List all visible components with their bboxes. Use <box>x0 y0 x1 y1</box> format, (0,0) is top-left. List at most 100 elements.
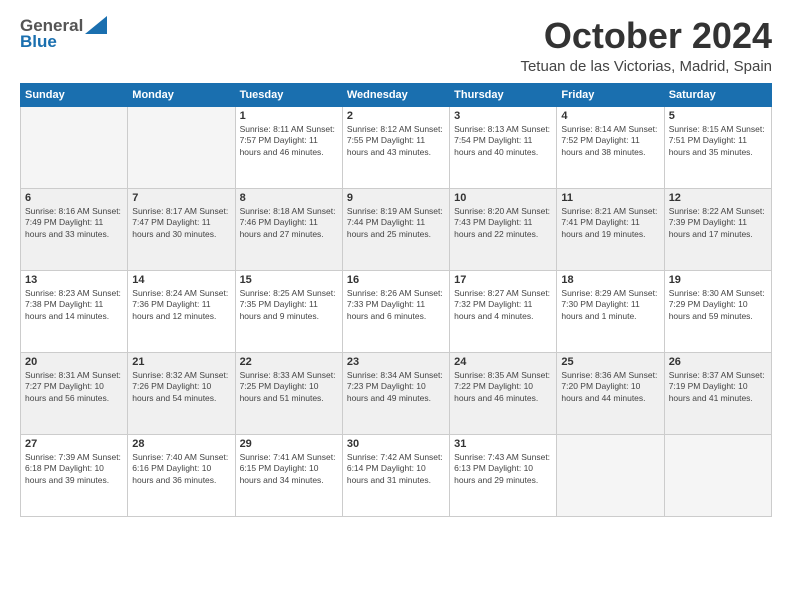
month-title: October 2024 <box>520 16 772 56</box>
day-number: 29 <box>240 438 338 450</box>
day-detail: Sunrise: 8:36 AM Sunset: 7:20 PM Dayligh… <box>561 370 659 406</box>
day-number: 30 <box>347 438 445 450</box>
title-section: October 2024 Tetuan de las Victorias, Ma… <box>520 16 772 75</box>
day-number: 22 <box>240 356 338 368</box>
day-number: 7 <box>132 192 230 204</box>
calendar-day-cell: 7 Sunrise: 8:17 AM Sunset: 7:47 PM Daylig… <box>128 188 235 270</box>
day-detail: Sunrise: 8:29 AM Sunset: 7:30 PM Dayligh… <box>561 288 659 324</box>
calendar-day-cell: 5 Sunrise: 8:15 AM Sunset: 7:51 PM Daylig… <box>664 106 771 188</box>
day-number: 21 <box>132 356 230 368</box>
calendar-day-cell: 29 Sunrise: 7:41 AM Sunset: 6:15 PM Dayli… <box>235 434 342 516</box>
weekday-header-thursday: Thursday <box>450 83 557 106</box>
calendar-day-cell: 27 Sunrise: 7:39 AM Sunset: 6:18 PM Dayli… <box>21 434 128 516</box>
day-number: 8 <box>240 192 338 204</box>
day-number: 23 <box>347 356 445 368</box>
day-detail: Sunrise: 8:13 AM Sunset: 7:54 PM Dayligh… <box>454 124 552 160</box>
logo-arrow-icon <box>85 16 107 34</box>
calendar-day-cell: 22 Sunrise: 8:33 AM Sunset: 7:25 PM Dayli… <box>235 352 342 434</box>
day-number: 3 <box>454 110 552 122</box>
calendar-day-cell: 20 Sunrise: 8:31 AM Sunset: 7:27 PM Dayli… <box>21 352 128 434</box>
calendar-day-cell: 8 Sunrise: 8:18 AM Sunset: 7:46 PM Daylig… <box>235 188 342 270</box>
calendar-day-cell: 30 Sunrise: 7:42 AM Sunset: 6:14 PM Dayli… <box>342 434 449 516</box>
day-detail: Sunrise: 7:42 AM Sunset: 6:14 PM Dayligh… <box>347 452 445 488</box>
weekday-header-saturday: Saturday <box>664 83 771 106</box>
calendar-day-cell: 2Sunrise: 8:12 AM Sunset: 7:55 PM Daylig… <box>342 106 449 188</box>
calendar-day-cell: 31Sunrise: 7:43 AM Sunset: 6:13 PM Dayli… <box>450 434 557 516</box>
day-number: 26 <box>669 356 767 368</box>
day-detail: Sunrise: 8:34 AM Sunset: 7:23 PM Dayligh… <box>347 370 445 406</box>
day-detail: Sunrise: 8:11 AM Sunset: 7:57 PM Dayligh… <box>240 124 338 160</box>
calendar-day-cell <box>557 434 664 516</box>
day-detail: Sunrise: 8:33 AM Sunset: 7:25 PM Dayligh… <box>240 370 338 406</box>
weekday-header-sunday: Sunday <box>21 83 128 106</box>
day-number: 4 <box>561 110 659 122</box>
calendar-day-cell: 19Sunrise: 8:30 AM Sunset: 7:29 PM Dayli… <box>664 270 771 352</box>
day-detail: Sunrise: 8:17 AM Sunset: 7:47 PM Dayligh… <box>132 206 230 242</box>
day-detail: Sunrise: 8:21 AM Sunset: 7:41 PM Dayligh… <box>561 206 659 242</box>
day-number: 27 <box>25 438 123 450</box>
calendar-day-cell: 16Sunrise: 8:26 AM Sunset: 7:33 PM Dayli… <box>342 270 449 352</box>
day-number: 2 <box>347 110 445 122</box>
day-detail: Sunrise: 8:35 AM Sunset: 7:22 PM Dayligh… <box>454 370 552 406</box>
calendar-day-cell: 17 Sunrise: 8:27 AM Sunset: 7:32 PM Dayli… <box>450 270 557 352</box>
day-detail: Sunrise: 8:15 AM Sunset: 7:51 PM Dayligh… <box>669 124 767 160</box>
calendar-day-cell: 23 Sunrise: 8:34 AM Sunset: 7:23 PM Dayli… <box>342 352 449 434</box>
calendar-day-cell: 3 Sunrise: 8:13 AM Sunset: 7:54 PM Daylig… <box>450 106 557 188</box>
day-detail: Sunrise: 7:39 AM Sunset: 6:18 PM Dayligh… <box>25 452 123 488</box>
day-detail: Sunrise: 7:41 AM Sunset: 6:15 PM Dayligh… <box>240 452 338 488</box>
calendar-day-cell <box>664 434 771 516</box>
day-detail: Sunrise: 8:25 AM Sunset: 7:35 PM Dayligh… <box>240 288 338 324</box>
day-number: 15 <box>240 274 338 286</box>
day-number: 11 <box>561 192 659 204</box>
day-detail: Sunrise: 8:18 AM Sunset: 7:46 PM Dayligh… <box>240 206 338 242</box>
calendar-day-cell: 9Sunrise: 8:19 AM Sunset: 7:44 PM Daylig… <box>342 188 449 270</box>
day-number: 10 <box>454 192 552 204</box>
day-number: 17 <box>454 274 552 286</box>
calendar-day-cell: 4 Sunrise: 8:14 AM Sunset: 7:52 PM Daylig… <box>557 106 664 188</box>
day-number: 24 <box>454 356 552 368</box>
day-number: 25 <box>561 356 659 368</box>
day-number: 6 <box>25 192 123 204</box>
calendar-day-cell <box>21 106 128 188</box>
weekday-header-friday: Friday <box>557 83 664 106</box>
calendar-day-cell: 21 Sunrise: 8:32 AM Sunset: 7:26 PM Dayli… <box>128 352 235 434</box>
calendar-day-cell: 24 Sunrise: 8:35 AM Sunset: 7:22 PM Dayli… <box>450 352 557 434</box>
day-detail: Sunrise: 8:37 AM Sunset: 7:19 PM Dayligh… <box>669 370 767 406</box>
day-detail: Sunrise: 8:27 AM Sunset: 7:32 PM Dayligh… <box>454 288 552 324</box>
day-detail: Sunrise: 8:14 AM Sunset: 7:52 PM Dayligh… <box>561 124 659 160</box>
page-header: General Blue October 2024 Tetuan de las … <box>20 16 772 75</box>
day-detail: Sunrise: 8:31 AM Sunset: 7:27 PM Dayligh… <box>25 370 123 406</box>
weekday-header-monday: Monday <box>128 83 235 106</box>
calendar-day-cell: 26 Sunrise: 8:37 AM Sunset: 7:19 PM Dayli… <box>664 352 771 434</box>
day-detail: Sunrise: 8:23 AM Sunset: 7:38 PM Dayligh… <box>25 288 123 324</box>
logo-blue: Blue <box>20 32 57 52</box>
weekday-header-wednesday: Wednesday <box>342 83 449 106</box>
day-detail: Sunrise: 7:40 AM Sunset: 6:16 PM Dayligh… <box>132 452 230 488</box>
calendar-day-cell: 11 Sunrise: 8:21 AM Sunset: 7:41 PM Dayli… <box>557 188 664 270</box>
calendar-day-cell: 10 Sunrise: 8:20 AM Sunset: 7:43 PM Dayli… <box>450 188 557 270</box>
calendar-day-cell: 6 Sunrise: 8:16 AM Sunset: 7:49 PM Daylig… <box>21 188 128 270</box>
day-number: 16 <box>347 274 445 286</box>
day-number: 19 <box>669 274 767 286</box>
day-detail: Sunrise: 8:19 AM Sunset: 7:44 PM Dayligh… <box>347 206 445 242</box>
weekday-header-row: SundayMondayTuesdayWednesdayThursdayFrid… <box>21 83 772 106</box>
day-detail: Sunrise: 8:20 AM Sunset: 7:43 PM Dayligh… <box>454 206 552 242</box>
day-number: 14 <box>132 274 230 286</box>
calendar-day-cell: 28Sunrise: 7:40 AM Sunset: 6:16 PM Dayli… <box>128 434 235 516</box>
calendar-day-cell: 12Sunrise: 8:22 AM Sunset: 7:39 PM Dayli… <box>664 188 771 270</box>
calendar-week-row: 13 Sunrise: 8:23 AM Sunset: 7:38 PM Dayli… <box>21 270 772 352</box>
day-number: 13 <box>25 274 123 286</box>
calendar-day-cell: 15 Sunrise: 8:25 AM Sunset: 7:35 PM Dayli… <box>235 270 342 352</box>
location: Tetuan de las Victorias, Madrid, Spain <box>520 58 772 75</box>
calendar-table: SundayMondayTuesdayWednesdayThursdayFrid… <box>20 83 772 517</box>
day-number: 20 <box>25 356 123 368</box>
day-number: 5 <box>669 110 767 122</box>
day-detail: Sunrise: 8:16 AM Sunset: 7:49 PM Dayligh… <box>25 206 123 242</box>
calendar-day-cell: 18Sunrise: 8:29 AM Sunset: 7:30 PM Dayli… <box>557 270 664 352</box>
calendar-week-row: 20 Sunrise: 8:31 AM Sunset: 7:27 PM Dayli… <box>21 352 772 434</box>
day-detail: Sunrise: 7:43 AM Sunset: 6:13 PM Dayligh… <box>454 452 552 488</box>
calendar-week-row: 1Sunrise: 8:11 AM Sunset: 7:57 PM Daylig… <box>21 106 772 188</box>
day-detail: Sunrise: 8:32 AM Sunset: 7:26 PM Dayligh… <box>132 370 230 406</box>
calendar-day-cell: 1Sunrise: 8:11 AM Sunset: 7:57 PM Daylig… <box>235 106 342 188</box>
calendar-week-row: 27 Sunrise: 7:39 AM Sunset: 6:18 PM Dayli… <box>21 434 772 516</box>
